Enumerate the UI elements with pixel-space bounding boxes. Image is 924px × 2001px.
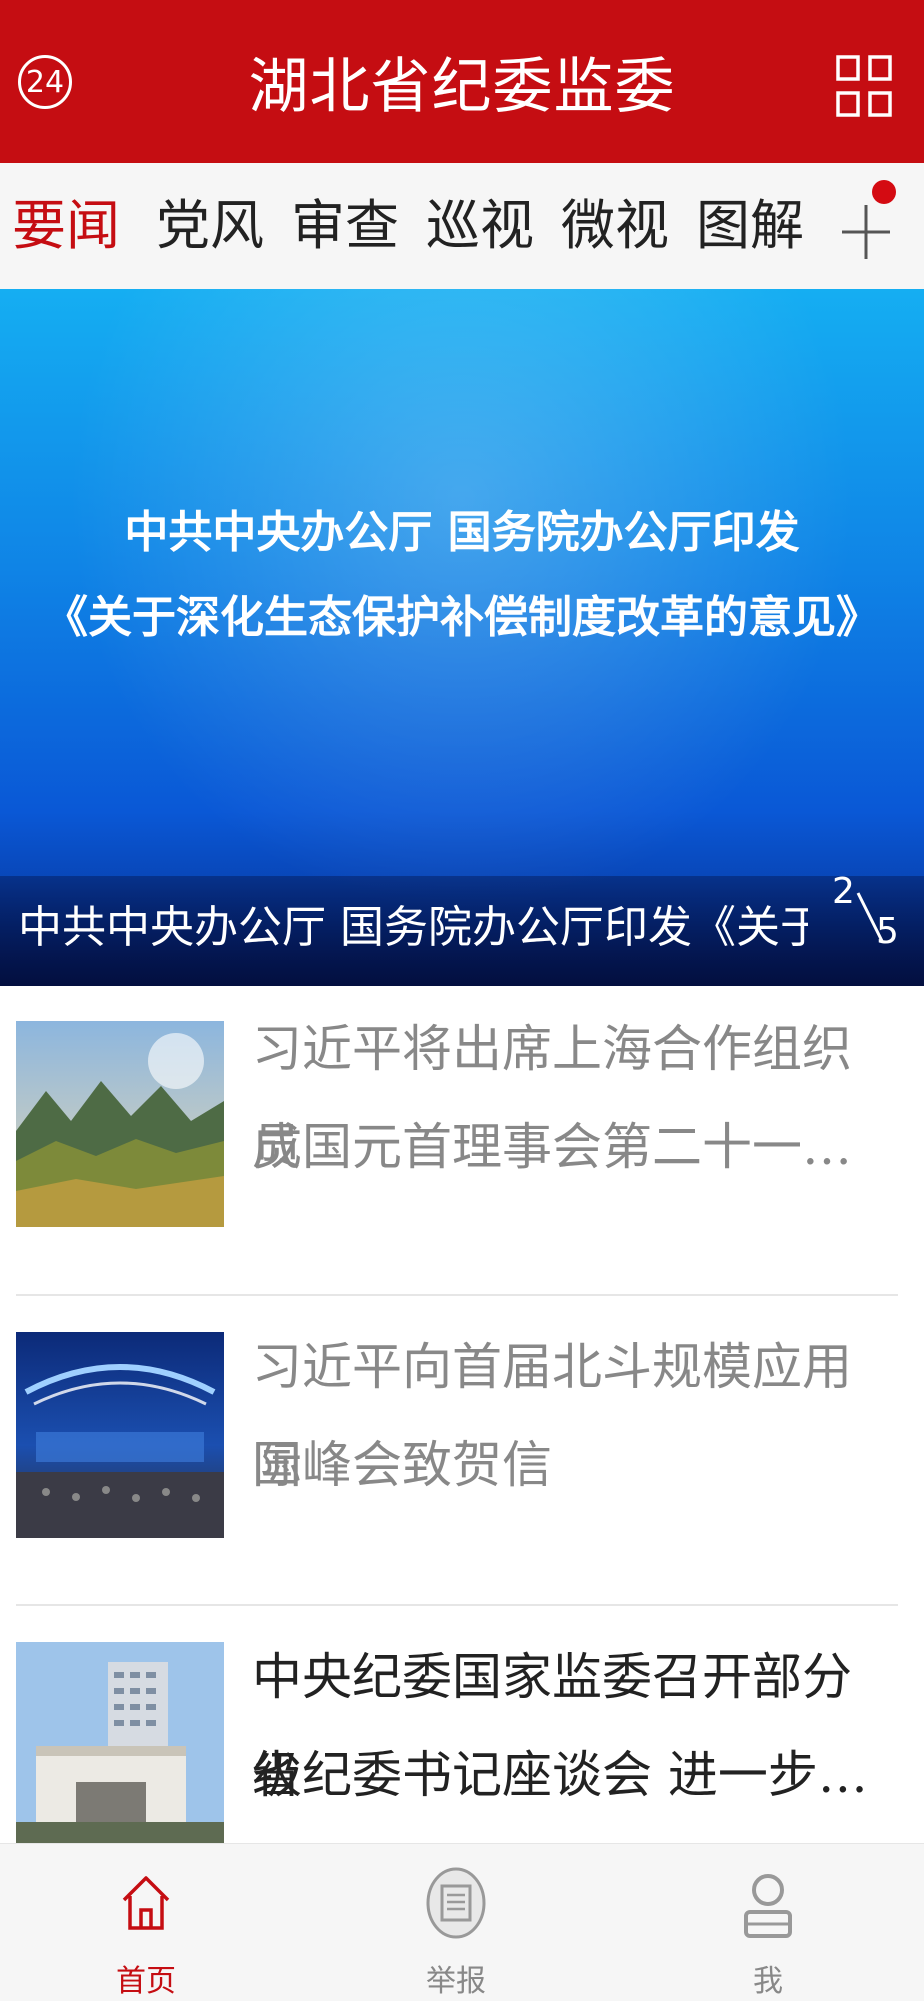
news-item[interactable]: 习近平向首届北斗规模应用国 际峰会致贺信 (0, 1300, 924, 1600)
mountain-landscape-thumbnail (16, 1021, 224, 1227)
tab-review[interactable]: 审查 (291, 191, 399, 261)
report-icon (426, 1867, 486, 1939)
banner-page-total: 5 (876, 911, 899, 952)
news-item[interactable]: 中央纪委国家监委召开部分省 级纪委书记座谈会 进一步… (0, 1610, 924, 1843)
category-tabs: 要闻 党风 审查 巡视 微视 图解 (0, 163, 924, 289)
news-title-line2: 级纪委书记座谈会 进一步… (252, 1746, 868, 1804)
banner-caption: 中共中央办公厅 国务院办公厅印发《关于… (18, 902, 808, 953)
person-icon (744, 1874, 792, 1938)
tab-inspection[interactable]: 巡视 (426, 191, 534, 261)
news-title-line2: 际峰会致贺信 (252, 1436, 552, 1494)
tab-infographics[interactable]: 图解 (696, 191, 804, 261)
app-header: 24 湖北省纪委监委 (0, 0, 924, 163)
nav-home[interactable]: 首页 (66, 1844, 226, 2001)
notification-dot (872, 180, 896, 204)
nav-me[interactable]: 我 (688, 1844, 848, 2001)
tab-headlines[interactable]: 要闻 (12, 191, 120, 261)
tab-micro-video[interactable]: 微视 (561, 191, 669, 261)
nav-report[interactable]: 举报 (376, 1844, 536, 2001)
tab-party-style[interactable]: 党风 (156, 191, 264, 261)
nav-me-label: 我 (753, 1964, 783, 1999)
news-item[interactable]: 习近平将出席上海合作组织成 员国元首理事会第二十一… (0, 1000, 924, 1292)
nav-home-label: 首页 (116, 1964, 176, 1999)
bottom-navigation: 首页 举报 我 (0, 1843, 924, 2001)
divider (16, 1604, 898, 1606)
banner-headline-line1: 中共中央办公厅 国务院办公厅印发 (124, 507, 800, 558)
add-tab-icon[interactable] (838, 199, 894, 263)
app-title: 湖北省纪委监委 (248, 52, 676, 122)
divider (16, 1294, 898, 1296)
grid-menu-icon[interactable] (836, 55, 892, 117)
banner-carousel[interactable]: 中共中央办公厅 国务院办公厅印发 《关于深化生态保护补偿制度改革的意见》 中共中… (0, 289, 924, 986)
banner-headline-line2: 《关于深化生态保护补偿制度改革的意见》 (44, 592, 880, 643)
home-icon (122, 1876, 170, 1930)
news-title-line2: 员国元首理事会第二十一… (252, 1118, 852, 1176)
government-building-thumbnail (16, 1642, 224, 1843)
nav-report-label: 举报 (426, 1964, 486, 1999)
beidou-summit-thumbnail (16, 1332, 224, 1538)
